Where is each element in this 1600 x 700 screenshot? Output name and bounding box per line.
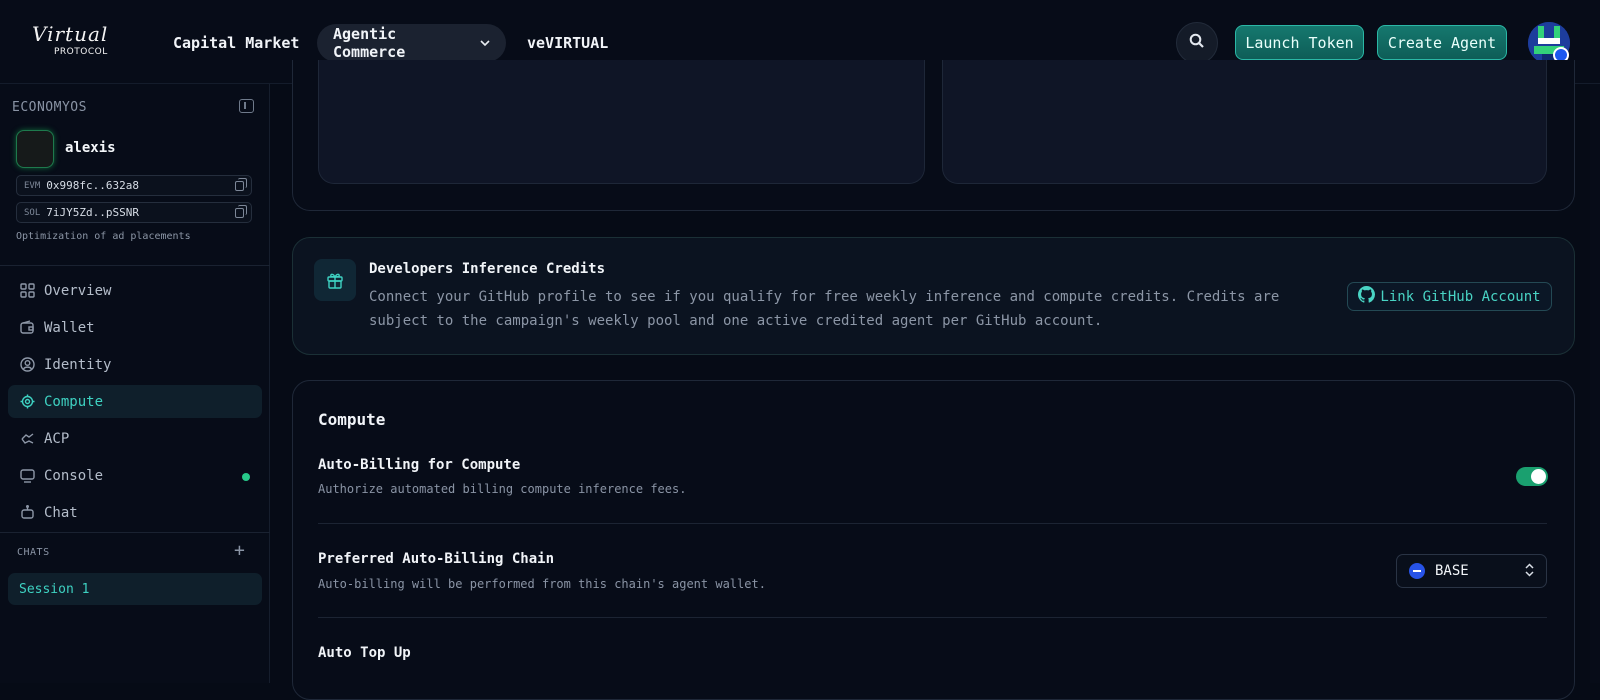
sidebar-divider	[0, 532, 270, 533]
console-status-dot	[242, 473, 250, 481]
sidebar-item-label: Wallet	[44, 319, 95, 336]
sol-chain-label: SOL	[24, 207, 41, 218]
select-arrows-icon	[1525, 563, 1534, 579]
sidebar-item-wallet[interactable]: Wallet	[8, 311, 262, 344]
link-github-button[interactable]: Link GitHub Account	[1347, 282, 1552, 311]
logo-script-text: Virtual	[32, 22, 109, 46]
auto-billing-title: Auto-Billing for Compute	[318, 457, 521, 473]
agent-description: Optimization of ad placements	[16, 231, 191, 242]
nav-vevirtual-label: veVIRTUAL	[527, 34, 609, 52]
sidebar-divider	[0, 265, 270, 266]
nav-capital-market-label: Capital Market	[173, 34, 300, 52]
compute-section-title: Compute	[318, 410, 386, 429]
sidebar: ECONOMYOS alexis EVM 0x998fc..632a8 SOL …	[0, 84, 270, 683]
logo-subtitle: PROTOCOL	[54, 47, 108, 57]
chain-select-value: BASE	[1435, 563, 1469, 579]
row-divider	[318, 617, 1547, 618]
auto-billing-toggle[interactable]	[1516, 467, 1548, 486]
credits-description: Connect your GitHub profile to see if yo…	[369, 289, 1280, 329]
sidebar-item-chat[interactable]: Chat	[8, 496, 262, 529]
sidebar-item-label: ACP	[44, 430, 70, 447]
sidebar-item-acp[interactable]: ACP	[8, 422, 262, 455]
sidebar-title: ECONOMYOS	[12, 100, 87, 115]
base-chain-icon	[1409, 563, 1425, 579]
scrollbar[interactable]	[1590, 84, 1600, 683]
sidebar-item-label: Chat	[44, 504, 78, 521]
preferred-chain-title: Preferred Auto-Billing Chain	[318, 551, 555, 567]
row-divider	[318, 523, 1547, 524]
github-icon	[1358, 286, 1380, 307]
sol-address-field: SOL 7iJY5Zd..pSSNR	[16, 202, 252, 223]
panel-box-left	[318, 60, 925, 184]
acp-icon	[19, 431, 35, 447]
user-circle-icon	[19, 357, 35, 373]
nav-vevirtual[interactable]: veVIRTUAL	[527, 24, 608, 62]
chat-session-item[interactable]: Session 1	[8, 573, 262, 605]
panel-box-right	[942, 60, 1547, 184]
auto-top-up-title: Auto Top Up	[318, 645, 411, 661]
evm-chain-label: EVM	[24, 180, 41, 191]
nav-agentic-commerce-label: Agentic Commerce	[333, 25, 406, 61]
nav-capital-market[interactable]: Capital Market	[173, 24, 299, 62]
launch-token-button[interactable]: Launch Token	[1235, 25, 1364, 60]
sidebar-item-compute[interactable]: Compute	[8, 385, 262, 418]
gift-icon	[314, 259, 356, 301]
grid-icon	[19, 283, 35, 299]
agent-avatar	[16, 130, 54, 168]
nav-agentic-commerce[interactable]: Agentic Commerce	[317, 24, 506, 62]
compute-icon	[19, 394, 35, 410]
sidebar-item-overview[interactable]: Overview	[8, 274, 262, 307]
toggle-knob	[1531, 469, 1546, 484]
evm-address-field: EVM 0x998fc..632a8	[16, 175, 252, 196]
sidebar-item-label: Compute	[44, 393, 104, 410]
chat-icon	[19, 505, 35, 521]
sidebar-item-label: Identity	[44, 356, 112, 373]
search-button[interactable]	[1176, 22, 1218, 64]
sidebar-item-console[interactable]: Console	[8, 459, 262, 492]
preferred-chain-description: Auto-billing will be performed from this…	[318, 577, 766, 591]
sidebar-item-label: Console	[44, 467, 104, 484]
compute-settings-card	[292, 380, 1575, 700]
link-github-label: Link GitHub Account	[1380, 288, 1541, 305]
agent-name: alexis	[65, 140, 116, 156]
collapse-sidebar-icon[interactable]	[239, 99, 254, 113]
virtual-protocol-logo[interactable]: Virtual PROTOCOL	[30, 22, 130, 62]
auto-billing-description: Authorize automated billing compute infe…	[318, 482, 687, 496]
chevron-down-icon	[480, 37, 490, 50]
copy-icon[interactable]	[235, 205, 247, 218]
create-agent-button[interactable]: Create Agent	[1377, 25, 1507, 60]
evm-address-value: 0x998fc..632a8	[46, 179, 139, 192]
sidebar-item-identity[interactable]: Identity	[8, 348, 262, 381]
search-icon	[1189, 33, 1205, 53]
new-chat-plus-icon[interactable]: +	[234, 540, 245, 561]
credits-title: Developers Inference Credits	[369, 261, 606, 277]
copy-icon[interactable]	[235, 178, 247, 191]
sol-address-value: 7iJY5Zd..pSSNR	[46, 206, 139, 219]
chain-select[interactable]: BASE	[1396, 554, 1547, 588]
sidebar-item-label: Overview	[44, 282, 112, 299]
wallet-icon	[19, 320, 35, 336]
chats-section-title: CHATS	[17, 547, 50, 558]
console-icon	[19, 468, 35, 484]
